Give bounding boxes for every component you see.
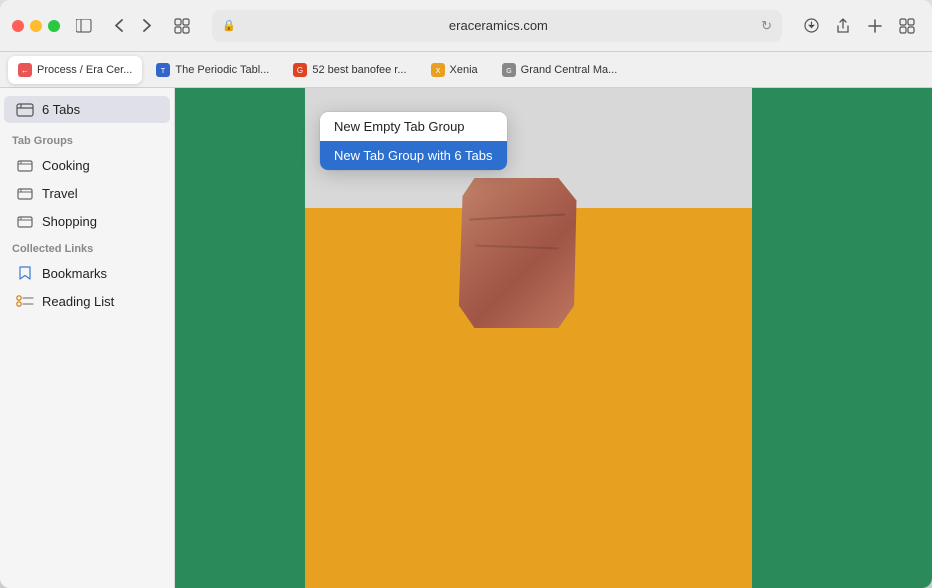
downloads-button[interactable]: [798, 13, 824, 39]
main-area: 6 Tabs Tab Groups Cooking: [0, 88, 932, 588]
sidebar-toggle-button[interactable]: [74, 16, 94, 36]
clay-sculpture: [457, 178, 577, 328]
nav-buttons: [106, 13, 160, 39]
cooking-icon: [16, 156, 34, 174]
sidebar-item-shopping[interactable]: Shopping: [4, 207, 170, 235]
collected-links-section-label: Collected Links: [0, 235, 174, 259]
sidebar-item-reading-list[interactable]: Reading List: [4, 287, 170, 315]
close-button[interactable]: [12, 20, 24, 32]
bottom-yellow-area: [305, 208, 752, 588]
share-button[interactable]: [830, 13, 856, 39]
browser-window: 🔒 eraceramics.com ↻: [0, 0, 932, 588]
traffic-lights: [12, 20, 60, 32]
forward-button[interactable]: [134, 13, 160, 39]
svg-text:G: G: [506, 68, 511, 75]
url-text: eraceramics.com: [242, 18, 755, 33]
tab-favicon-0: ←: [18, 63, 32, 77]
page-content: [175, 88, 932, 588]
title-bar: 🔒 eraceramics.com ↻: [0, 0, 932, 52]
sidebar: 6 Tabs Tab Groups Cooking: [0, 88, 175, 588]
bookmarks-label: Bookmarks: [42, 266, 107, 281]
reading-list-icon: [16, 292, 34, 310]
tab-favicon-4: G: [502, 63, 516, 77]
svg-text:G: G: [297, 66, 303, 75]
refresh-button[interactable]: ↻: [761, 18, 772, 34]
sidebar-item-bookmarks[interactable]: Bookmarks: [4, 259, 170, 287]
back-button[interactable]: [106, 13, 132, 39]
content-area: New Empty Tab Group New Tab Group with 6…: [175, 88, 932, 588]
tab-label-3: Xenia: [450, 64, 478, 76]
tab-favicon-2: G: [293, 63, 307, 77]
privacy-icon: 🔒: [222, 19, 236, 32]
tab-0[interactable]: ← Process / Era Cer...: [8, 56, 142, 84]
clay-crease-2: [474, 244, 558, 249]
address-bar[interactable]: 🔒 eraceramics.com ↻: [212, 10, 782, 42]
clay-crease-1: [469, 213, 565, 220]
tab-3[interactable]: X Xenia: [421, 56, 488, 84]
minimize-button[interactable]: [30, 20, 42, 32]
clay-body: [457, 178, 577, 328]
sidebar-item-travel[interactable]: Travel: [4, 179, 170, 207]
green-right-panel: [752, 88, 932, 588]
toolbar-right: [798, 13, 920, 39]
tab-4[interactable]: G Grand Central Ma...: [492, 56, 628, 84]
shopping-label: Shopping: [42, 214, 97, 229]
shopping-icon: [16, 212, 34, 230]
dropdown-item-new-empty[interactable]: New Empty Tab Group: [320, 112, 507, 141]
cooking-label: Cooking: [42, 158, 90, 173]
maximize-button[interactable]: [48, 20, 60, 32]
tab-1[interactable]: T The Periodic Tabl...: [146, 56, 279, 84]
tab-label-2: 52 best banofee r...: [312, 64, 406, 76]
svg-text:T: T: [161, 68, 166, 75]
sidebar-item-cooking[interactable]: Cooking: [4, 151, 170, 179]
travel-label: Travel: [42, 186, 78, 201]
travel-icon: [16, 184, 34, 202]
tab-label-0: Process / Era Cer...: [37, 64, 132, 76]
svg-text:X: X: [435, 68, 440, 75]
new-tab-button[interactable]: [862, 13, 888, 39]
tab-favicon-1: T: [156, 63, 170, 77]
tabs-icon: [16, 103, 34, 117]
tab-favicon-3: X: [431, 63, 445, 77]
reading-list-label: Reading List: [42, 294, 114, 309]
bookmark-icon: [16, 264, 34, 282]
current-tabs-item[interactable]: 6 Tabs: [4, 96, 170, 123]
green-left-panel: [175, 88, 305, 588]
current-tabs-label: 6 Tabs: [42, 102, 80, 117]
tab-label-1: The Periodic Tabl...: [175, 64, 269, 76]
tab-groups-section-label: Tab Groups: [0, 127, 174, 151]
dropdown-menu: New Empty Tab Group New Tab Group with 6…: [320, 112, 507, 170]
tab-2[interactable]: G 52 best banofee r...: [283, 56, 416, 84]
svg-text:←: ←: [21, 66, 29, 75]
tab-bar: ← Process / Era Cer... T The Periodic Ta…: [0, 52, 932, 88]
tab-label-4: Grand Central Ma...: [521, 64, 618, 76]
tab-overview-button[interactable]: [894, 13, 920, 39]
tabs-panel-button[interactable]: [168, 12, 196, 40]
dropdown-item-new-with-tabs[interactable]: New Tab Group with 6 Tabs: [320, 141, 507, 170]
